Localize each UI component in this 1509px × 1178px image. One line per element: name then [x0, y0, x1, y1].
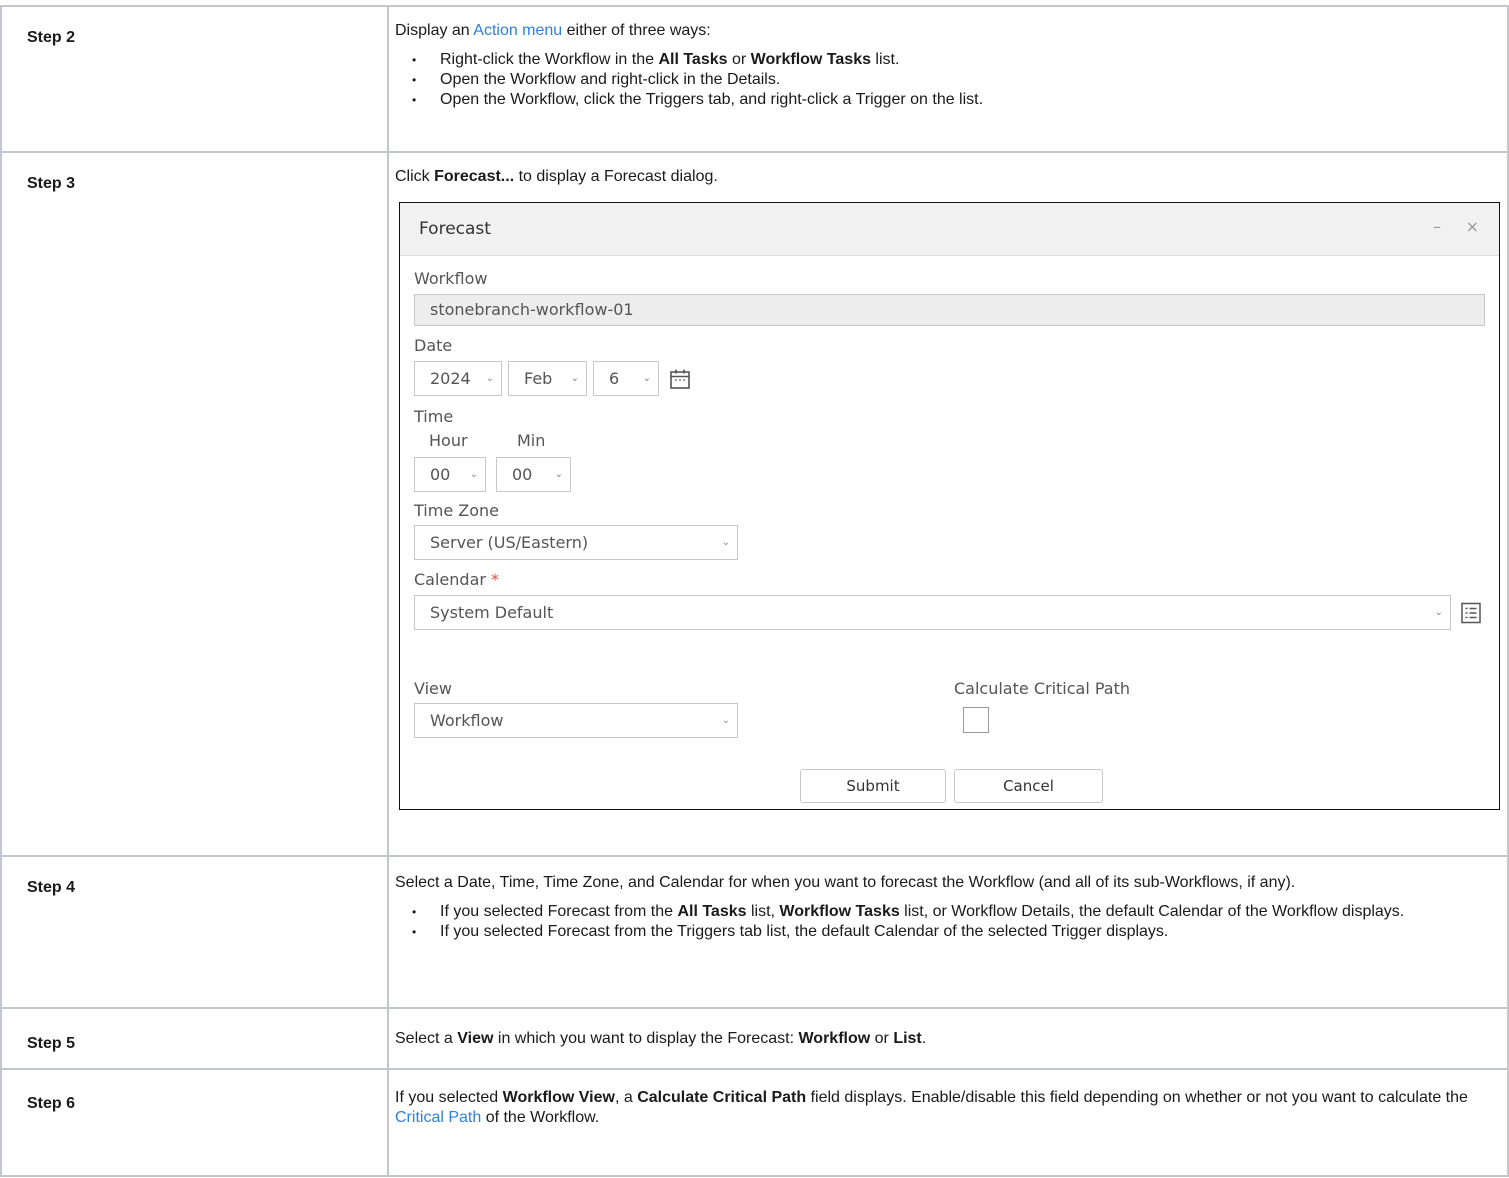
step-intro: Click Forecast... to display a Forecast … [395, 168, 718, 185]
chevron-down-icon: ⌄ [570, 373, 579, 384]
chevron-down-icon: ⌄ [642, 373, 651, 384]
list-icon[interactable] [1459, 601, 1483, 625]
step-description: If you selected Workflow View, a Calcula… [387, 1068, 1509, 1177]
calendar-label: Calendar * [414, 570, 500, 589]
step-label: Step 5 [0, 1007, 389, 1070]
bullet-list: Right-click the Workflow in the All Task… [395, 50, 1501, 110]
min-select[interactable]: 00 ⌄ [496, 457, 571, 492]
dialog-header: Forecast – × [400, 203, 1499, 256]
chevron-down-icon: ⌄ [469, 469, 478, 480]
step-label: Step 3 [0, 151, 389, 857]
list-item: Open the Workflow, click the Triggers ta… [395, 90, 1501, 110]
hour-select[interactable]: 00 ⌄ [414, 457, 486, 492]
view-select[interactable]: Workflow ⌄ [414, 703, 738, 738]
list-item: Right-click the Workflow in the All Task… [395, 50, 1501, 70]
bullet-list: If you selected Forecast from the All Ta… [395, 902, 1501, 942]
chevron-down-icon: ⌄ [554, 469, 563, 480]
step-intro: Select a Date, Time, Time Zone, and Cale… [395, 874, 1296, 891]
critical-path-link[interactable]: Critical Path [395, 1109, 481, 1126]
step-row: Step 5 Select a View in which you want t… [0, 1007, 1509, 1070]
time-zone-select[interactable]: Server (US/Eastern) ⌄ [414, 525, 738, 560]
step-description: Click Forecast... to display a Forecast … [387, 151, 1509, 857]
month-select[interactable]: Feb ⌄ [508, 361, 587, 396]
chevron-down-icon: ⌄ [721, 537, 730, 548]
chevron-down-icon: ⌄ [485, 373, 494, 384]
time-zone-label: Time Zone [414, 501, 499, 520]
list-item: Open the Workflow and right-click in the… [395, 70, 1501, 90]
min-label: Min [517, 431, 546, 450]
list-item: If you selected Forecast from the All Ta… [395, 902, 1501, 922]
minimize-icon[interactable]: – [1433, 217, 1441, 237]
forecast-dialog: Forecast – × Workflow stonebranch-workfl… [399, 202, 1500, 810]
view-label: View [414, 679, 452, 698]
chevron-down-icon: ⌄ [721, 715, 730, 726]
step-label: Step 2 [0, 5, 389, 153]
step-row: Step 6 If you selected Workflow View, a … [0, 1068, 1509, 1177]
action-menu-link[interactable]: Action menu [473, 22, 562, 39]
required-indicator: * [491, 570, 500, 589]
calendar-icon[interactable] [668, 367, 692, 391]
calendar-select[interactable]: System Default ⌄ [414, 595, 1451, 630]
step-row: Step 3 Click Forecast... to display a Fo… [0, 151, 1509, 857]
workflow-field: stonebranch-workflow-01 [414, 294, 1485, 326]
step-label: Step 6 [0, 1068, 389, 1177]
time-label: Time [414, 407, 454, 426]
dialog-title: Forecast [419, 219, 491, 239]
workflow-label: Workflow [414, 269, 488, 288]
step-description: Display an Action menu either of three w… [387, 5, 1509, 153]
step-intro: Display an Action menu either of three w… [395, 22, 711, 39]
chevron-down-icon: ⌄ [1434, 607, 1443, 618]
step-description: Select a Date, Time, Time Zone, and Cale… [387, 855, 1509, 1009]
step-label: Step 4 [0, 855, 389, 1009]
list-item: If you selected Forecast from the Trigge… [395, 922, 1501, 942]
step-row: Step 2 Display an Action menu either of … [0, 5, 1509, 153]
step-row: Step 4 Select a Date, Time, Time Zone, a… [0, 855, 1509, 1009]
step-description: Select a View in which you want to displ… [387, 1007, 1509, 1070]
calculate-critical-path-checkbox[interactable] [963, 707, 989, 733]
cancel-button[interactable]: Cancel [954, 769, 1103, 803]
year-select[interactable]: 2024 ⌄ [414, 361, 502, 396]
hour-label: Hour [429, 431, 468, 450]
submit-button[interactable]: Submit [800, 769, 946, 803]
close-icon[interactable]: × [1466, 217, 1479, 237]
date-label: Date [414, 336, 453, 355]
calculate-critical-path-label: Calculate Critical Path [954, 679, 1131, 698]
day-select[interactable]: 6 ⌄ [593, 361, 659, 396]
steps-table: Step 2 Display an Action menu either of … [0, 5, 1509, 1177]
